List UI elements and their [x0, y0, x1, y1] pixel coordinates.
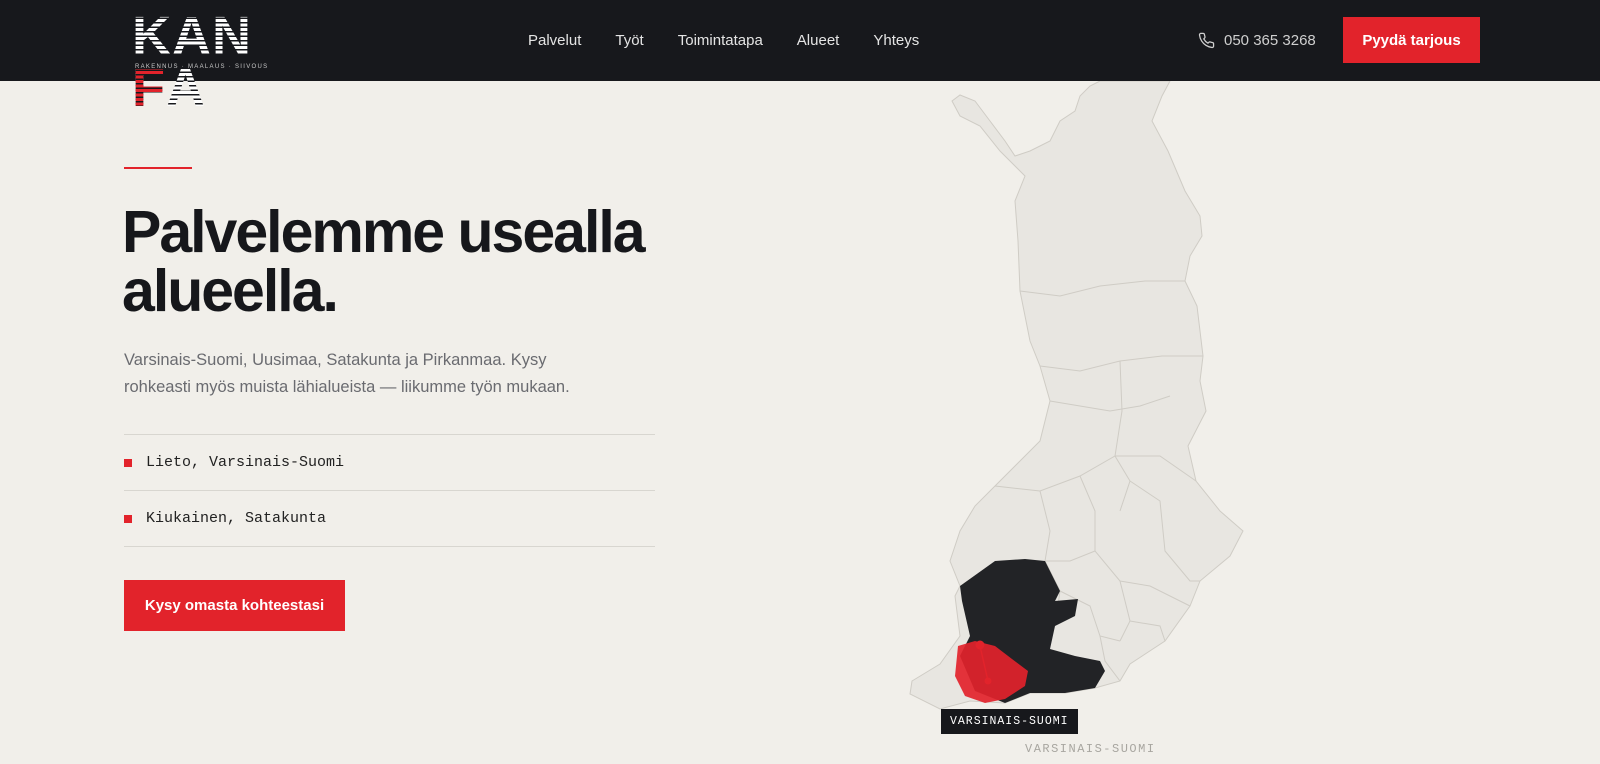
phone-number: 050 365 3268 — [1224, 32, 1316, 49]
map-pin-icon — [975, 640, 985, 650]
page-title: Palvelemme usealla alueella. — [122, 199, 646, 324]
nav-link-toimintatapa[interactable]: Toimintatapa — [678, 32, 763, 49]
nav-link-palvelut[interactable]: Palvelut — [528, 32, 581, 49]
location-list: Lieto, Varsinais-Suomi Kiukainen, Sataku… — [124, 434, 655, 547]
accent-divider — [124, 167, 192, 169]
finland-map — [909, 81, 1244, 710]
square-bullet-icon — [124, 514, 132, 523]
logo-tagline: RAKENNUS · MAALAUS · SIIVOUS — [135, 64, 269, 70]
phone-link[interactable]: 050 365 3268 — [1198, 0, 1316, 81]
nav-link-alueet[interactable]: Alueet — [797, 32, 840, 49]
logo-wordmark: KANFA — [132, 10, 274, 115]
kanfa-logo[interactable]: KANFA RAKENNUS · MAALAUS · SIIVOUS — [132, 10, 274, 115]
list-item: Lieto, Varsinais-Suomi — [124, 435, 655, 491]
map-region-tag: VARSINAIS-SUOMI — [941, 709, 1078, 734]
logo-part-kan: KAN — [132, 6, 252, 66]
hero-description: Varsinais-Suomi, Uusimaa, Satakunta ja P… — [124, 351, 570, 396]
square-bullet-icon — [124, 458, 132, 467]
map-region-caption: VARSINAIS-SUOMI — [1025, 742, 1156, 756]
main-nav: Palvelut Työt Toimintatapa Alueet Yhteys — [528, 0, 953, 81]
nav-link-yhteys[interactable]: Yhteys — [873, 32, 919, 49]
location-label: Kiukainen, Satakunta — [146, 510, 327, 527]
top-navbar: KANFA RAKENNUS · MAALAUS · SIIVOUS Palve… — [0, 0, 1600, 115]
finland-outline — [909, 81, 1244, 710]
nav-link-tyot[interactable]: Työt — [615, 32, 643, 49]
list-item: Kiukainen, Satakunta — [124, 491, 655, 547]
map-pin-target — [984, 677, 992, 685]
ask-about-project-button[interactable]: Kysy omasta kohteestasi — [124, 580, 345, 631]
request-quote-button[interactable]: Pyydä tarjous — [1343, 17, 1480, 63]
phone-icon — [1198, 32, 1215, 49]
location-label: Lieto, Varsinais-Suomi — [146, 454, 345, 471]
